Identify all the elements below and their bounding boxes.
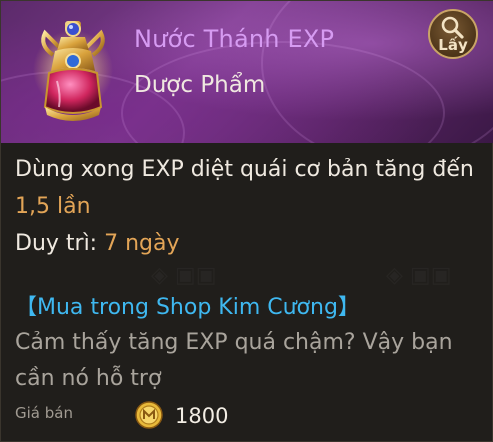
shop-description: Cảm thấy tăng EXP quá chậm? Vậy bạn cần …: [15, 330, 453, 391]
price-label: Giá bán: [15, 404, 73, 422]
item-type: Dược Phẩm: [134, 72, 266, 98]
duration-value: 7 ngày: [104, 231, 180, 256]
holy-water-potion-icon: [33, 21, 113, 121]
item-description: Dùng xong EXP diệt quái cơ bản tăng đến …: [15, 151, 484, 262]
price-value: 1800: [175, 404, 229, 428]
effect-multiplier: 1,5 lần: [15, 194, 91, 219]
item-name: Nước Thánh EXP: [134, 25, 335, 53]
get-button-label: Lấy: [438, 36, 468, 54]
item-header: Nước Thánh EXP Dược Phẩm Lấy: [1, 1, 493, 143]
get-button[interactable]: Lấy: [428, 9, 478, 59]
duration-row: Duy trì: 7 ngày: [15, 225, 484, 262]
shop-link[interactable]: 【Mua trong Shop Kim Cương】: [15, 289, 360, 321]
effect-text: Dùng xong EXP diệt quái cơ bản tăng đến: [15, 157, 474, 182]
background-watermark: ◈ ▣▣: [151, 263, 216, 288]
item-tooltip-panel: Nước Thánh EXP Dược Phẩm Lấy ◈ ▣▣ ◈ ▣▣ D…: [0, 0, 493, 442]
duration-label: Duy trì:: [15, 231, 105, 256]
gold-coin-icon: [135, 401, 163, 429]
background-watermark: ◈ ▣▣: [386, 263, 451, 288]
